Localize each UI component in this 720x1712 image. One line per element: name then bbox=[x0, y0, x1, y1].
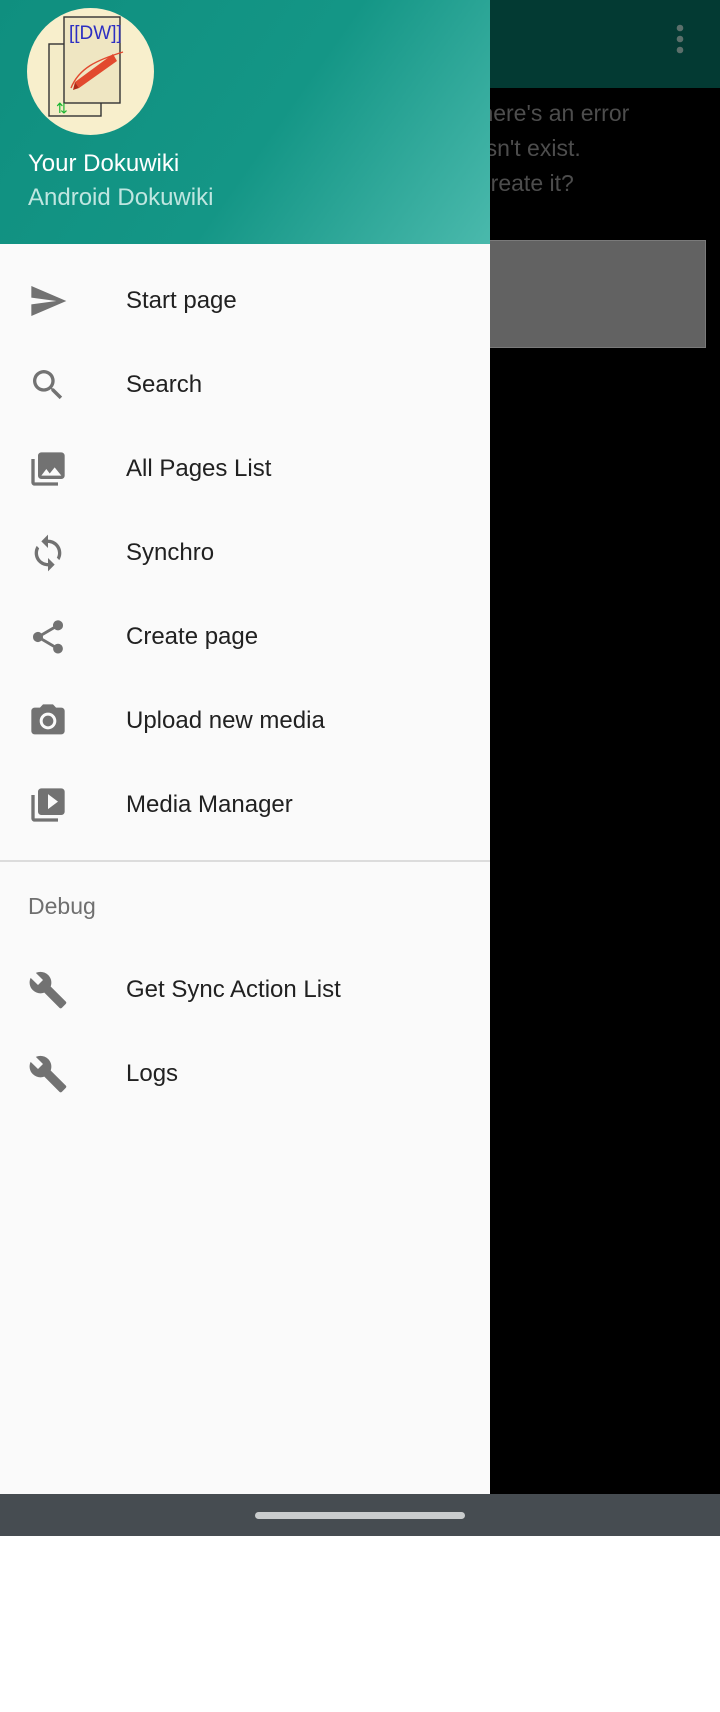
svg-text:⇅: ⇅ bbox=[56, 100, 68, 116]
menu-item-label: Media Manager bbox=[126, 791, 293, 818]
app-logo: [[DW]] ⇅ bbox=[27, 8, 154, 135]
screen: r there's an error oesn't exist. o creat… bbox=[0, 0, 720, 1494]
home-gesture-handle[interactable] bbox=[255, 1512, 465, 1519]
system-navigation-bar bbox=[0, 1494, 720, 1536]
menu-item-label: Search bbox=[126, 371, 203, 398]
menu-item-media-manager[interactable]: Media Manager bbox=[0, 763, 490, 847]
menu-item-start-page[interactable]: Start page bbox=[0, 259, 490, 343]
send-icon bbox=[28, 281, 68, 321]
menu-item-label: Start page bbox=[126, 287, 237, 314]
wrench-icon bbox=[28, 970, 68, 1010]
photo-library-icon bbox=[28, 449, 68, 489]
menu-divider bbox=[0, 860, 490, 862]
menu-item-create-page[interactable]: Create page bbox=[0, 595, 490, 679]
section-header-debug: Debug bbox=[28, 893, 96, 919]
menu-item-all-pages-list[interactable]: All Pages List bbox=[0, 427, 490, 511]
video-library-icon bbox=[28, 785, 68, 825]
create-page-button[interactable] bbox=[470, 240, 706, 348]
menu-item-label: Upload new media bbox=[126, 707, 325, 734]
svg-text:[[DW]]: [[DW]] bbox=[69, 23, 122, 44]
search-icon bbox=[28, 365, 68, 405]
menu-item-label: Get Sync Action List bbox=[126, 976, 341, 1003]
menu-item-label: Synchro bbox=[126, 539, 215, 566]
menu-item-label: All Pages List bbox=[126, 455, 272, 482]
wrench-icon bbox=[28, 1054, 68, 1094]
more-vert-icon[interactable] bbox=[662, 18, 698, 60]
menu-item-search[interactable]: Search bbox=[0, 343, 490, 427]
menu-item-upload-new-media[interactable]: Upload new media bbox=[0, 679, 490, 763]
share-icon bbox=[28, 617, 68, 657]
sync-icon bbox=[28, 533, 68, 573]
menu-item-synchro[interactable]: Synchro bbox=[0, 511, 490, 595]
drawer-title: Your Dokuwiki bbox=[28, 150, 180, 177]
camera-icon bbox=[28, 701, 68, 741]
drawer-header: [[DW]] ⇅ Your Dokuwiki Android Dokuwiki bbox=[0, 0, 490, 244]
menu-item-get-sync-action-list[interactable]: Get Sync Action List bbox=[0, 948, 490, 1032]
menu-item-label: Logs bbox=[126, 1060, 179, 1087]
page-error-message: r there's an error oesn't exist. o creat… bbox=[460, 100, 630, 196]
navigation-drawer: [[DW]] ⇅ Your Dokuwiki Android Dokuwiki … bbox=[0, 0, 490, 1494]
drawer-subtitle: Android Dokuwiki bbox=[28, 184, 214, 211]
menu-item-label: Create page bbox=[126, 623, 259, 650]
menu-item-logs[interactable]: Logs bbox=[0, 1032, 490, 1116]
